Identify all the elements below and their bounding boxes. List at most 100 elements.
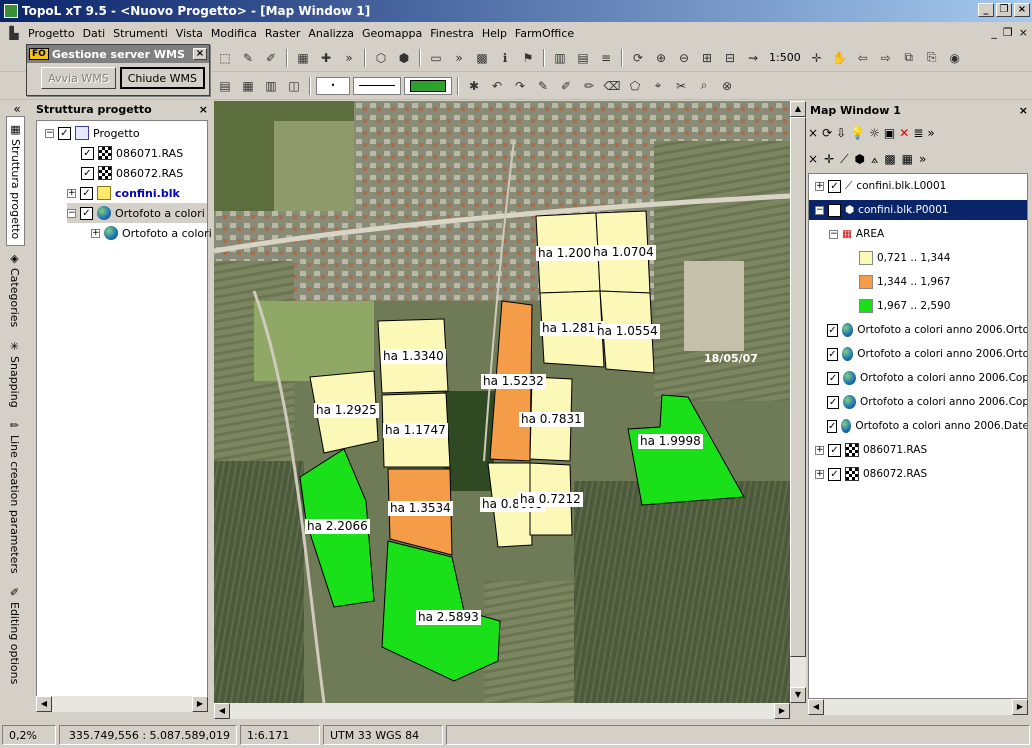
visibility-checkbox[interactable]: ✓	[81, 166, 94, 180]
legend-class-mid[interactable]: 1,344 .. 1,967	[809, 272, 1027, 292]
zoom-back-icon[interactable]: ⊟	[720, 48, 740, 68]
scroll-left-icon[interactable]: ◀	[36, 696, 52, 712]
minimize-button[interactable]: _	[978, 3, 994, 17]
draw-line-icon[interactable]: ✎	[533, 76, 553, 96]
redo-icon[interactable]: ↷	[510, 76, 530, 96]
tab-categories[interactable]: ◈ Categories	[6, 246, 23, 333]
menu-dati[interactable]: Dati	[79, 25, 110, 42]
more-chevron-icon[interactable]: »	[919, 152, 926, 166]
wms-close-button[interactable]: ×	[193, 48, 207, 60]
menu-vista[interactable]: Vista	[172, 25, 207, 42]
undo-icon[interactable]: ↶	[487, 76, 507, 96]
collapse-icon[interactable]: −	[815, 205, 824, 215]
split-icon[interactable]: ◫	[284, 76, 304, 96]
expand-icon[interactable]: +	[815, 181, 824, 191]
eraser-icon[interactable]: ⌫	[602, 76, 622, 96]
polygon-icon[interactable]: ⬠	[625, 76, 645, 96]
menu-modifica[interactable]: Modifica	[207, 25, 261, 42]
open-icon[interactable]: ⬚	[215, 48, 235, 68]
scroll-down-icon[interactable]: ▼	[790, 687, 806, 703]
menu-geomappa[interactable]: Geomappa	[358, 25, 426, 42]
close-button[interactable]: ×	[1014, 3, 1030, 17]
maximize-button[interactable]: ❐	[996, 3, 1012, 17]
scale-select[interactable]: 1:500	[766, 51, 804, 64]
map-svg[interactable]	[214, 101, 790, 703]
expand-icon[interactable]: +	[815, 445, 824, 455]
scroll-left-icon[interactable]: ◀	[214, 703, 230, 719]
visibility-checkbox[interactable]: ✓	[827, 419, 838, 433]
tree-item-ortofoto-sub[interactable]: + Ortofoto a colori	[91, 223, 212, 243]
bulb-off-icon[interactable]: ☼	[869, 126, 880, 140]
add-point-icon[interactable]: ✛	[824, 152, 834, 166]
find-icon[interactable]: ⌕	[694, 76, 714, 96]
tab-line-creation[interactable]: ✏ Line creation parameters	[6, 413, 23, 580]
tree-item-ras1[interactable]: ✓ 086071.RAS	[81, 143, 183, 163]
forward-arrow-icon[interactable]: ⇨	[876, 48, 896, 68]
layer-item-ras2[interactable]: + ✓ 086072.RAS	[809, 464, 1027, 484]
database-icon[interactable]: ▥	[550, 48, 570, 68]
visibility-checkbox[interactable]: ✓	[827, 323, 838, 337]
folder-icon[interactable]: ▭	[426, 48, 446, 68]
bulb-on-icon[interactable]: 💡	[850, 126, 865, 140]
collapse-icon[interactable]: −	[45, 128, 54, 138]
measure-icon[interactable]: ⬢	[394, 48, 414, 68]
scroll-right-icon[interactable]: ▶	[774, 703, 790, 719]
zoom-out-icon[interactable]: ⊖	[674, 48, 694, 68]
layer-item-confini-line[interactable]: + ✓ ⟋ confini.blk.L0001	[809, 176, 1027, 196]
align-left-icon[interactable]: ▤	[215, 76, 235, 96]
start-wms-button[interactable]: Avvia WMS	[41, 67, 116, 89]
stop-wms-button[interactable]: Chiude WMS	[119, 67, 205, 89]
info-icon[interactable]: ℹ	[495, 48, 515, 68]
scroll-right-icon[interactable]: ▶	[1012, 699, 1028, 715]
align-center-icon[interactable]: ▦	[238, 76, 258, 96]
visibility-checkbox[interactable]: ✓	[828, 467, 841, 481]
layer-item-orto-5[interactable]: ✓ Ortofoto a colori anno 2006.Date	[809, 416, 1027, 436]
visibility-checkbox[interactable]: ✓	[80, 206, 93, 220]
visibility-checkbox[interactable]: ✓	[828, 203, 841, 217]
cancel-icon[interactable]: ⊗	[717, 76, 737, 96]
properties-icon[interactable]: ▣	[884, 126, 895, 140]
scroll-up-icon[interactable]: ▲	[790, 101, 806, 117]
visibility-checkbox[interactable]: ✓	[58, 126, 71, 140]
visibility-checkbox[interactable]: ✓	[828, 443, 841, 457]
expand-icon[interactable]: +	[815, 469, 824, 479]
zoom-window-icon[interactable]: ⊞	[697, 48, 717, 68]
line-style-box[interactable]	[353, 76, 401, 95]
more-chevron-icon[interactable]: »	[927, 126, 934, 140]
more-chevron-icon[interactable]: »	[339, 48, 359, 68]
menu-raster[interactable]: Raster	[261, 25, 304, 42]
mdi-minimize-button[interactable]: _	[991, 26, 997, 39]
export-icon[interactable]: ⎘	[922, 48, 942, 68]
fill-style-box[interactable]	[404, 76, 452, 95]
close-small-icon[interactable]: ×	[808, 126, 818, 140]
collapse-icon[interactable]: −	[67, 208, 76, 218]
view-icon[interactable]: ⧉	[899, 48, 919, 68]
more-chevron-icon[interactable]: »	[449, 48, 469, 68]
map-hscrollbar[interactable]: ◀ ▶	[214, 703, 790, 719]
select-tool-icon[interactable]: ⬡	[371, 48, 391, 68]
mdi-close-button[interactable]: ×	[1019, 26, 1028, 39]
visibility-checkbox[interactable]: ✓	[828, 179, 841, 193]
scissors-icon[interactable]: ✂	[671, 76, 691, 96]
visibility-checkbox[interactable]: ✓	[827, 371, 840, 385]
visibility-checkbox[interactable]: ✓	[80, 186, 93, 200]
tree-item-ras2[interactable]: ✓ 086072.RAS	[81, 163, 183, 183]
menu-finestra[interactable]: Finestra	[426, 25, 478, 42]
map-canvas[interactable]: ha 1.2007 ha 1.0704 ha 1.2816 ha 1.0554 ha 1…	[214, 101, 790, 703]
zoom-in-icon[interactable]: ⊕	[651, 48, 671, 68]
visibility-checkbox[interactable]: ✓	[81, 146, 94, 160]
pencil-icon[interactable]: ✏	[579, 76, 599, 96]
add-line-icon[interactable]: ⟋	[840, 152, 848, 167]
layer-item-ras1[interactable]: + ✓ 086071.RAS	[809, 440, 1027, 460]
wms-dialog-title-bar[interactable]: FO Gestione server WMS ×	[27, 45, 209, 63]
new-feature-icon[interactable]: ✱	[464, 76, 484, 96]
map-vscroll-thumb[interactable]	[790, 117, 806, 657]
collapse-icon[interactable]: −	[829, 229, 838, 239]
tab-struttura-progetto[interactable]: ▦ Struttura progetto	[6, 116, 25, 247]
refresh-icon[interactable]: ⟳	[628, 48, 648, 68]
center-icon[interactable]: ✛	[807, 48, 827, 68]
snap-icon[interactable]: ⌖	[648, 76, 668, 96]
node-edit-icon[interactable]: ✐	[556, 76, 576, 96]
import-icon[interactable]: ⇩	[836, 126, 846, 140]
expand-icon[interactable]: +	[67, 188, 76, 198]
